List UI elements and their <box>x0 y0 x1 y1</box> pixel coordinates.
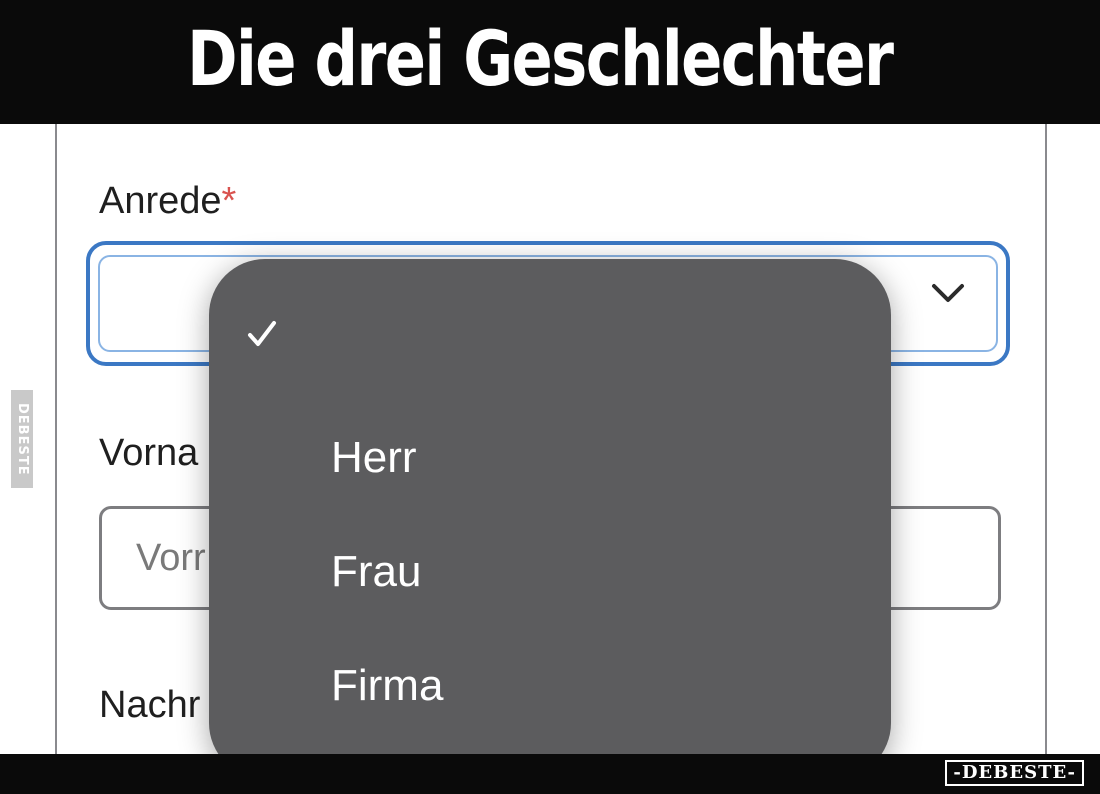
meme-title: Die drei Geschlechter <box>187 13 894 103</box>
chevron-down-icon[interactable] <box>930 281 966 305</box>
side-watermark: DEBESTE <box>11 390 33 488</box>
salutation-label: Anrede* <box>99 180 236 223</box>
dropdown-option-frau[interactable]: Frau <box>331 547 421 597</box>
first-name-label: Vorna <box>99 432 199 474</box>
checkmark-icon <box>248 321 276 346</box>
bottom-watermark: -DEBESTE- <box>945 760 1084 786</box>
dropdown-option-herr[interactable]: Herr <box>331 433 417 483</box>
title-banner: Die drei Geschlechter <box>0 0 1100 124</box>
salutation-dropdown-menu[interactable]: Herr Frau Firma <box>209 259 891 779</box>
last-name-label: Nachr <box>99 684 201 726</box>
first-name-placeholder: Vorr <box>136 537 206 579</box>
salutation-label-text: Anrede <box>99 180 222 222</box>
bottom-banner: -DEBESTE- <box>0 754 1100 794</box>
required-asterisk: * <box>221 180 237 222</box>
dropdown-option-firma[interactable]: Firma <box>331 661 443 711</box>
